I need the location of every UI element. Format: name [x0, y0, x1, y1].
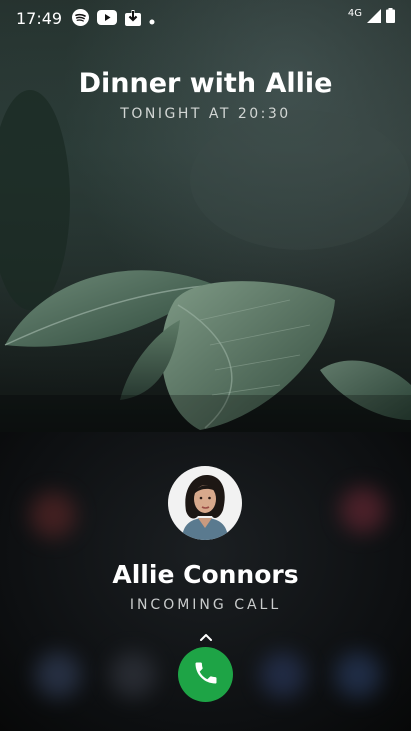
plant-leaves-image — [0, 90, 411, 432]
caller-name: Allie Connors — [112, 560, 299, 589]
phone-icon — [192, 659, 220, 691]
answer-call-button[interactable] — [178, 647, 233, 702]
call-status: INCOMING CALL — [129, 597, 282, 613]
caller-avatar — [168, 466, 242, 540]
blurred-background-shape — [335, 652, 381, 698]
event-background-photo — [0, 0, 411, 432]
system-icons: 4G — [348, 8, 395, 27]
blurred-background-shape — [340, 487, 386, 533]
spotify-icon — [72, 9, 89, 30]
network-type: 4G — [347, 8, 362, 19]
blurred-background-shape — [260, 652, 306, 698]
battery-icon — [386, 8, 395, 27]
event-title: Dinner with Allie — [78, 68, 333, 99]
youtube-icon — [97, 10, 117, 29]
event-time: TONIGHT AT 20:30 — [120, 106, 291, 122]
chevron-up-icon — [198, 628, 214, 641]
status-bar: 17:49 4G — [0, 0, 411, 36]
blurred-background-shape — [35, 652, 81, 698]
notification-icons — [72, 9, 155, 30]
incoming-call-screen: 17:49 4G Dinner with Allie TONIGHT AT 20… — [0, 0, 411, 731]
status-time: 17:49 — [16, 9, 63, 28]
blurred-background-shape — [110, 652, 156, 698]
signal-icon — [367, 8, 381, 27]
notification-dot-icon — [149, 10, 155, 29]
blurred-background-shape — [30, 492, 76, 538]
download-icon — [125, 9, 141, 30]
